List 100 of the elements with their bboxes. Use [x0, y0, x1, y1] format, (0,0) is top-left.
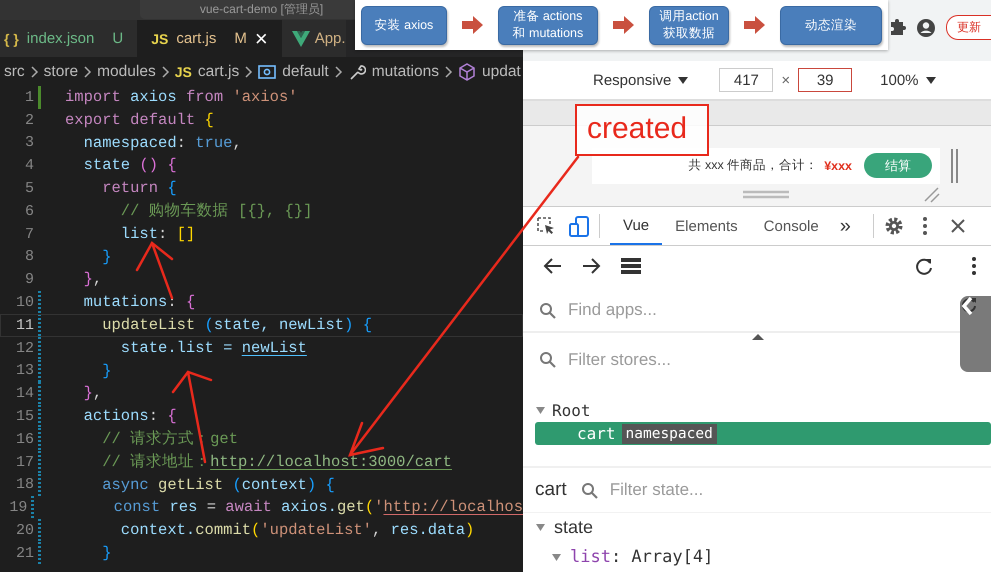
store-tree-item[interactable]: cart namespaced [535, 422, 991, 446]
flow-step: 调用action 获取数据 [648, 6, 730, 44]
more-options-icon[interactable] [922, 216, 928, 236]
devtools-tab[interactable]: Elements [662, 208, 751, 245]
times-sign: × [781, 72, 790, 89]
side-panel-toggle[interactable] [960, 296, 991, 372]
line-number: 15 [14, 408, 34, 426]
breadcrumb[interactable]: JS cart.js [174, 62, 240, 80]
code-line: context.commit('updateList', res.data) [120, 520, 474, 542]
file-tab[interactable]: App. [282, 20, 346, 57]
line-number: 16 [14, 430, 34, 448]
close-icon[interactable] [950, 218, 966, 234]
line-number: 9 [24, 271, 34, 288]
expanded-arrow-icon[interactable] [551, 552, 562, 563]
caret-icon[interactable] [677, 75, 690, 86]
list-icon[interactable] [621, 258, 641, 274]
devtools-tab[interactable]: Console [750, 208, 832, 245]
inspect-element-icon[interactable] [537, 217, 555, 236]
update-button[interactable]: 更新 [946, 15, 991, 40]
code-line: state () { [82, 155, 177, 176]
resize-handle-icon[interactable] [743, 190, 789, 200]
line-number: 7 [24, 226, 34, 243]
line-number: 14 [14, 385, 34, 402]
line-number: 3 [24, 134, 34, 152]
breadcrumb[interactable]: default [258, 62, 329, 80]
code-line: } [101, 246, 112, 268]
code-line: // 请求地址：http://localhost:3000/cart [101, 452, 452, 473]
refresh-icon[interactable] [960, 296, 978, 314]
code-line: } [101, 542, 112, 564]
breadcrumb[interactable]: mutations [348, 62, 439, 80]
chevron-icon [244, 66, 254, 78]
breadcrumb[interactable]: modules [97, 62, 156, 80]
file-tab[interactable]: { } index.json U [0, 20, 138, 57]
js-file-icon: JS [151, 30, 168, 46]
json-file-icon: { } [4, 30, 19, 46]
expanded-arrow-icon[interactable] [535, 522, 546, 534]
chevron-icon [30, 66, 39, 78]
filter-stores-field[interactable]: Filter stores... [566, 348, 870, 371]
filter-state-field[interactable]: Filter state... [608, 479, 812, 502]
zoom-dropdown[interactable]: 100% [880, 72, 937, 89]
corner-resize-icon[interactable] [924, 186, 940, 203]
code-line: }, [82, 269, 102, 290]
expanded-arrow-icon[interactable] [535, 404, 546, 416]
line-number: 12 [14, 340, 34, 357]
state-entry[interactable]: list: Array[4] [570, 547, 714, 568]
code-line: // 购物车数据 [{}, {}] [120, 200, 312, 222]
total-price: ¥xxx [824, 158, 852, 173]
store-tree-item[interactable]: Root [552, 400, 591, 420]
profile-icon[interactable] [916, 18, 936, 38]
line-number: 21 [14, 544, 34, 562]
code-line: } [101, 360, 112, 382]
js-file-icon: JS [174, 64, 192, 80]
right-arrow-icon [743, 16, 766, 34]
device-dropdown[interactable]: Responsive [593, 72, 690, 89]
code-line: }, [82, 383, 102, 404]
breadcrumb[interactable]: updat [458, 62, 521, 80]
more-options-icon[interactable] [971, 256, 977, 276]
forward-arrow-icon[interactable] [581, 256, 601, 275]
line-number: 6 [24, 202, 34, 220]
line-number: 5 [24, 180, 34, 198]
devtools-tab[interactable]: Vue [610, 208, 662, 245]
line-number: 4 [24, 157, 34, 174]
chevron-left-icon[interactable] [960, 296, 974, 316]
code-line: export default { [64, 110, 214, 131]
flow-step: 准备 actions 和 mutations [498, 6, 598, 44]
refresh-icon[interactable] [915, 256, 933, 275]
chevron-icon [83, 66, 92, 78]
flow-step: 安装 axios [361, 6, 447, 44]
chevron-icon [444, 66, 453, 78]
vue-logo-icon [292, 30, 310, 46]
caret-icon[interactable] [924, 75, 937, 86]
code-line: list: [] [120, 224, 196, 245]
file-tab[interactable]: JS cart.js M × [137, 20, 282, 57]
find-apps-field[interactable]: Find apps... [566, 299, 870, 322]
state-section-label: state [554, 517, 594, 538]
width-field[interactable]: 417 [719, 68, 774, 92]
breadcrumb[interactable]: src [4, 62, 25, 80]
search-icon [580, 482, 598, 499]
inspector-title: cart [535, 479, 567, 502]
line-number: 20 [14, 522, 34, 540]
more-tabs-button[interactable]: » [840, 214, 851, 238]
breadcrumb[interactable]: store [44, 62, 78, 80]
cart-summary-text: 共 xxx 件商品，合计： [688, 157, 818, 174]
right-arrow-icon [460, 16, 484, 34]
back-arrow-icon[interactable] [543, 256, 563, 275]
code-line: import axios from 'axios' [64, 87, 298, 108]
collapse-caret-icon[interactable] [750, 332, 764, 341]
code-line: return { [101, 178, 177, 200]
annotation-label: created [575, 104, 709, 156]
device-toggle-icon[interactable] [569, 216, 589, 237]
height-field[interactable]: 39 [798, 68, 852, 92]
line-number: 13 [14, 362, 34, 380]
scrollbar-handle-icon[interactable] [950, 148, 959, 183]
line-number: 8 [24, 248, 34, 266]
cube-icon [458, 62, 476, 80]
code-line: state.list = newList [120, 338, 307, 359]
chevron-icon [160, 66, 170, 78]
variable-icon [258, 64, 276, 80]
settings-icon[interactable] [884, 216, 904, 236]
namespaced-tag: namespaced [622, 424, 717, 444]
